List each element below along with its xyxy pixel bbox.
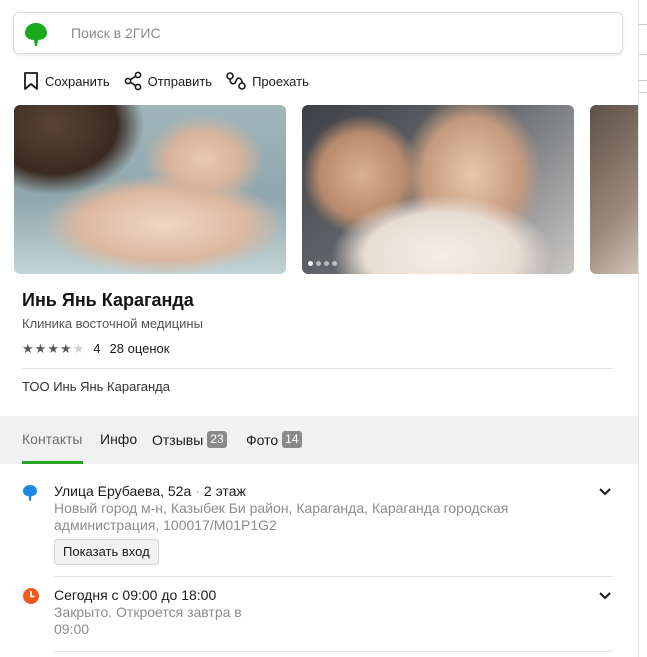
tab-contacts[interactable]: Контакты (22, 431, 82, 447)
place-card-panel: Поиск в 2ГИС Сохранить Отправить Проехат… (0, 0, 638, 657)
gallery-photo[interactable] (14, 105, 286, 274)
divider (22, 368, 613, 369)
route-label: Проехать (252, 73, 309, 89)
gallery-photo[interactable] (302, 105, 574, 274)
reviews-count-badge: 23 (207, 431, 227, 448)
bookmark-icon (24, 72, 38, 90)
route-button[interactable]: Проехать (225, 71, 309, 91)
address-street: Улица Ерубаева, 52а (54, 483, 192, 499)
share-button[interactable]: Отправить (123, 71, 212, 91)
photos-count-badge: 14 (282, 431, 302, 448)
rating-count[interactable]: 28 оценок (110, 341, 170, 356)
star-icon: ★ (59, 340, 72, 356)
star-icon: ★ (47, 340, 59, 356)
working-status: Закрыто. Откроется завтра в 09:00 (54, 604, 242, 637)
tab-bar: Контакты Инфо Отзывы 23 Фото 14 (0, 416, 638, 464)
rating[interactable]: ★ ★ ★ ★ ★ 4 28 оценок (22, 341, 169, 356)
tab-photos[interactable]: Фото 14 (246, 431, 302, 448)
working-hours-today[interactable]: Сегодня с 09:00 до 18:00 (54, 587, 216, 603)
2gis-logo-icon (25, 23, 47, 46)
tab-reviews[interactable]: Отзывы 23 (152, 431, 227, 448)
gallery-pagination (308, 261, 340, 266)
search-input[interactable]: Поиск в 2ГИС (71, 25, 161, 41)
star-icon: ★ (22, 340, 34, 356)
gallery-photo[interactable] (590, 105, 638, 274)
action-bar: Сохранить Отправить Проехать (22, 70, 322, 92)
map-edge (638, 0, 647, 657)
tab-photos-label: Фото (246, 431, 279, 448)
share-label: Отправить (147, 73, 213, 89)
org-name: Инь Янь Караганда (22, 290, 194, 310)
star-icon: ★ (34, 340, 47, 356)
org-category: Клиника восточной медицины (22, 316, 203, 331)
rating-stars: ★ ★ ★ ★ ★ (22, 340, 85, 356)
search-bar[interactable]: Поиск в 2ГИС (13, 12, 623, 54)
address-details: Новый город м-н, Казыбек Би район, Караг… (54, 500, 509, 533)
save-label: Сохранить (45, 73, 110, 89)
share-icon (124, 71, 142, 91)
clock-icon (23, 588, 39, 604)
chevron-down-icon[interactable] (598, 487, 612, 497)
tab-info-label: Инфо (100, 431, 138, 447)
active-tab-indicator (22, 461, 83, 464)
location-pin-icon (23, 485, 37, 501)
legal-name: ТОО Инь Янь Караганда (22, 379, 170, 394)
tab-reviews-label: Отзывы (152, 431, 204, 448)
rating-score: 4 (93, 341, 101, 356)
save-button[interactable]: Сохранить (22, 71, 110, 91)
chevron-down-icon[interactable] (598, 591, 612, 601)
star-icon: ★ (72, 340, 85, 356)
divider (54, 651, 613, 652)
tab-contacts-label: Контакты (22, 431, 83, 447)
address-line[interactable]: Улица Ерубаева, 52а · 2 этаж (54, 483, 246, 499)
divider (54, 576, 613, 577)
route-icon (226, 72, 246, 90)
show-entrance-button[interactable]: Показать вход (54, 539, 159, 565)
address-floor: 2 этаж (203, 483, 246, 499)
tab-info[interactable]: Инфо (100, 431, 137, 447)
